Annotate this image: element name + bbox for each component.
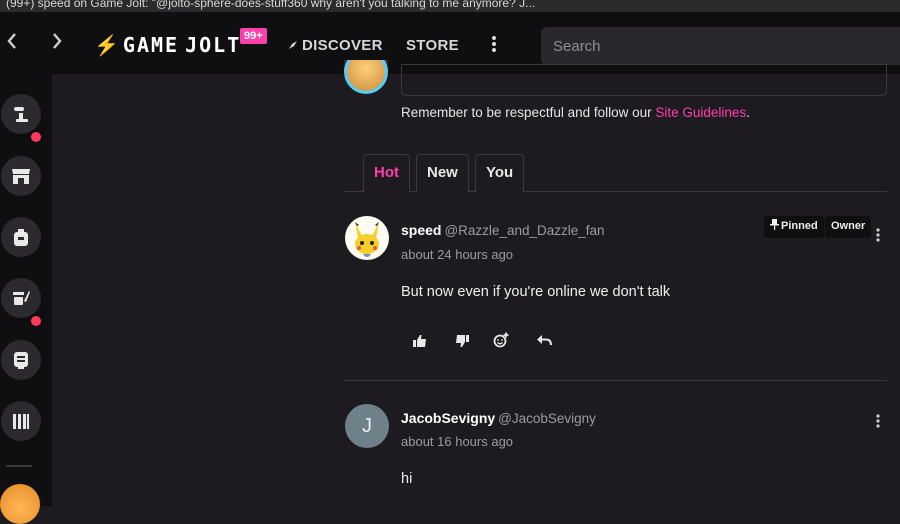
activity-feed-icon — [14, 107, 28, 122]
quests-icon — [13, 291, 30, 305]
sidebar-item-activity[interactable] — [1, 94, 41, 134]
sidebar-item-store[interactable] — [1, 156, 41, 196]
comment-sort-tabs: Hot New You — [344, 152, 887, 193]
chat-icon — [14, 352, 28, 369]
search-box[interactable] — [541, 27, 900, 65]
back-button[interactable] — [0, 30, 24, 56]
guidelines-text: Remember to be respectful and follow our — [401, 105, 656, 120]
store-icon — [12, 169, 30, 184]
comment-avatar[interactable] — [345, 216, 389, 260]
comment-author-handle[interactable]: @Razzle_and_Dazzle_fan — [444, 223, 604, 238]
like-button[interactable] — [410, 331, 430, 351]
search-input[interactable] — [553, 37, 900, 55]
forward-button[interactable] — [45, 30, 69, 56]
composer-user-avatar — [344, 60, 388, 94]
comment-author-handle[interactable]: @JacobSevigny — [498, 411, 596, 426]
sidebar-item-library[interactable] — [1, 401, 41, 441]
thumbs-down-icon — [456, 335, 469, 347]
notification-count-badge[interactable]: 99+ — [240, 28, 267, 44]
window-title: (99+) speed on Game Jolt: "@jolto-sphere… — [6, 0, 536, 10]
thumbs-up-icon — [413, 335, 426, 347]
comment-author-name[interactable]: speed — [401, 222, 441, 238]
comment-item: J JacobSevigny @JacobSevigny about 16 hou… — [344, 404, 887, 504]
comment-author: JacobSevigny @JacobSevigny — [401, 410, 596, 426]
tab-hot[interactable]: Hot — [363, 154, 410, 193]
vertical-dots-icon — [876, 414, 880, 428]
tab-you[interactable]: You — [475, 154, 525, 192]
comment-author-name[interactable]: JacobSevigny — [401, 410, 495, 426]
comment-timestamp[interactable]: about 16 hours ago — [401, 434, 513, 449]
reply-button[interactable] — [534, 330, 554, 350]
pikachu-avatar-icon — [355, 222, 379, 257]
comment-composer-input[interactable] — [401, 64, 887, 96]
store-label: STORE — [406, 37, 459, 54]
comment-author: speed @Razzle_and_Dazzle_fan — [401, 222, 605, 238]
pinned-label: Pinned — [781, 220, 818, 232]
discover-link[interactable]: DISCOVER — [287, 37, 383, 54]
reply-icon — [537, 335, 552, 346]
guidelines-notice: Remember to be respectful and follow our… — [401, 105, 750, 120]
tab-new[interactable]: New — [416, 154, 469, 192]
owner-badge: Owner — [825, 216, 872, 238]
comment-avatar[interactable]: J — [345, 404, 389, 448]
sidebar-item-quests[interactable] — [1, 278, 41, 318]
comment-item: speed @Razzle_and_Dazzle_fan about 24 hou… — [344, 216, 887, 366]
guidelines-end: . — [746, 105, 750, 120]
sidebar-item-backpack[interactable] — [1, 217, 41, 257]
dislike-button[interactable] — [452, 331, 472, 351]
sidebar-divider — [6, 465, 32, 467]
comment-options-button[interactable] — [875, 414, 881, 432]
pin-icon — [770, 219, 779, 230]
vertical-dots-icon — [492, 36, 496, 52]
logo-text-game: GAME — [122, 33, 180, 57]
vertical-dots-icon — [876, 228, 880, 242]
gamejolt-logo[interactable]: ⚡ GAME JOLT — [94, 33, 242, 57]
left-sidebar — [0, 74, 52, 524]
comment-timestamp[interactable]: about 24 hours ago — [401, 247, 513, 262]
logo-text-jolt: JOLT — [185, 33, 242, 57]
logo-bolt-icon: ⚡ — [94, 34, 119, 57]
comment-divider — [344, 380, 887, 381]
window-titlebar: (99+) speed on Game Jolt: "@jolto-sphere… — [0, 0, 900, 12]
pinned-badge: Pinned — [764, 216, 824, 238]
chevron-left-icon — [7, 33, 16, 49]
add-reaction-icon — [493, 332, 509, 348]
sidebar-quests-notification-dot — [31, 316, 41, 326]
backpack-icon — [14, 229, 28, 246]
more-menu-button[interactable] — [488, 35, 500, 55]
library-icon — [13, 414, 29, 429]
compass-icon — [289, 41, 297, 49]
site-guidelines-link[interactable]: Site Guidelines — [655, 105, 746, 120]
sidebar-item-chat[interactable] — [1, 340, 41, 380]
store-link[interactable]: STORE — [406, 37, 459, 54]
discover-label: DISCOVER — [302, 37, 383, 54]
sidebar-activity-notification-dot — [31, 132, 41, 142]
main-content: Remember to be respectful and follow our… — [52, 60, 900, 506]
comment-body: hi — [401, 471, 413, 487]
comment-body: But now even if you're online we don't t… — [401, 284, 671, 300]
add-reaction-button[interactable] — [491, 330, 511, 350]
chevron-right-icon — [53, 33, 62, 49]
comment-options-button[interactable] — [875, 228, 881, 246]
sidebar-community-avatar[interactable] — [0, 484, 40, 524]
